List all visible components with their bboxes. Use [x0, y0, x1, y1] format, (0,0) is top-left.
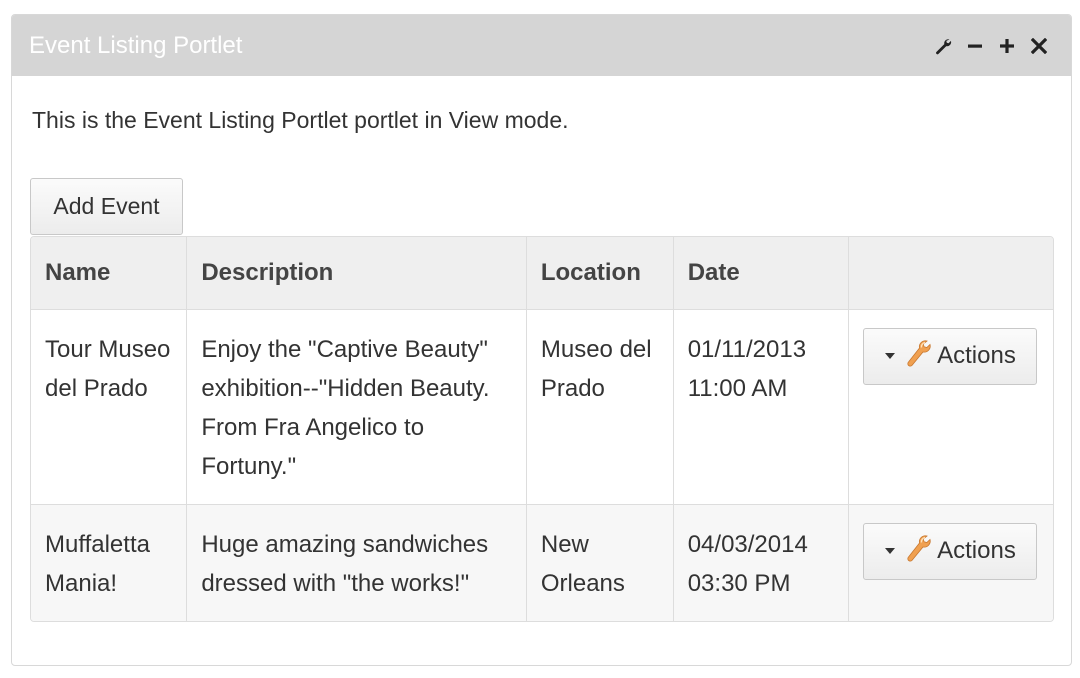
view-mode-message: This is the Event Listing Portlet portle… — [32, 107, 569, 133]
add-event-button[interactable]: Add Event — [30, 178, 183, 235]
column-header-date[interactable]: Date — [672, 237, 849, 309]
event-time: 03:30 PM — [687, 569, 791, 597]
events-table-container: Name Description Location Date Tour Muse… — [30, 236, 1054, 622]
column-header-description[interactable]: Description — [186, 237, 527, 309]
wrench-icon — [905, 533, 931, 570]
table-header-row: Name Description Location Date — [31, 237, 1053, 309]
configuration-icon[interactable] — [933, 36, 953, 56]
actions-label: Actions — [937, 537, 1016, 564]
minimize-icon[interactable] — [965, 36, 985, 56]
close-icon[interactable] — [1029, 36, 1049, 56]
actions-menu-button[interactable]: Actions — [863, 327, 1038, 385]
portlet-title: Event Listing Portlet — [29, 31, 243, 59]
events-table: Name Description Location Date Tour Muse… — [31, 237, 1053, 621]
actions-label: Actions — [937, 342, 1016, 369]
event-description-cell: Huge amazing sandwiches dressed with "th… — [186, 503, 527, 621]
event-name-cell: Muffaletta Mania! — [31, 503, 187, 621]
event-location-cell: New Orleans — [525, 503, 674, 621]
wrench-icon — [905, 338, 931, 375]
portlet-controls — [933, 36, 1049, 56]
event-name-cell: Tour Museo del Prado — [31, 308, 187, 504]
event-date-cell: 04/03/2014 03:30 PM — [672, 503, 849, 621]
caret-down-icon — [885, 548, 896, 554]
event-actions-cell: Actions — [848, 308, 1053, 504]
portlet-header: Event Listing Portlet — [12, 15, 1071, 76]
event-time: 11:00 AM — [687, 374, 788, 402]
event-date: 04/03/2014 — [687, 530, 808, 558]
column-header-name[interactable]: Name — [31, 237, 187, 309]
event-location-cell: Museo del Prado — [525, 308, 674, 504]
maximize-icon[interactable] — [997, 36, 1017, 56]
column-header-actions — [848, 237, 1053, 309]
table-row: Muffaletta Mania! Huge amazing sandwiche… — [31, 503, 1053, 621]
event-actions-cell: Actions — [848, 503, 1053, 621]
event-description-cell: Enjoy the "Captive Beauty" exhibition--"… — [186, 308, 527, 504]
event-date-cell: 01/11/2013 11:00 AM — [672, 308, 849, 504]
table-row: Tour Museo del Prado Enjoy the "Captive … — [31, 308, 1053, 504]
column-header-location[interactable]: Location — [525, 237, 674, 309]
event-date: 01/11/2013 — [687, 335, 807, 363]
event-listing-portlet: Event Listing Portlet This is the Event … — [11, 14, 1072, 666]
actions-menu-button[interactable]: Actions — [863, 522, 1038, 580]
caret-down-icon — [885, 353, 896, 359]
